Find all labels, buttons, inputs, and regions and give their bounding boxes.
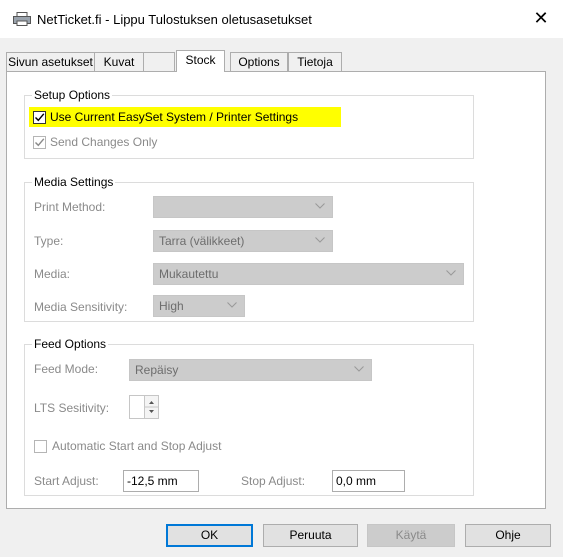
button-label: OK [200, 528, 219, 542]
select-value: Tarra (välikkeet) [159, 234, 245, 248]
checkmark-icon [35, 138, 45, 147]
feed-mode-label: Feed Mode: [34, 362, 99, 376]
stock-panel: Setup Options Use Current EasySet System… [6, 71, 546, 509]
setup-options-label: Setup Options [32, 88, 113, 102]
tab-options[interactable]: Options [230, 52, 288, 71]
select-value: Mukautettu [159, 267, 219, 281]
close-button[interactable]: ✕ [519, 0, 563, 36]
help-button[interactable]: Ohje [465, 524, 551, 547]
tab-sivun-asetukset[interactable]: Sivun asetukset [6, 52, 95, 71]
button-label: Ohje [495, 528, 521, 542]
type-label: Type: [34, 234, 64, 248]
checkmark-icon [35, 113, 45, 122]
feed-mode-select[interactable]: Repäisy [129, 359, 372, 381]
send-changes-checkbox[interactable] [33, 136, 46, 149]
lts-sensitivity-label: LTS Sesitivity: [34, 401, 110, 415]
media-settings-label: Media Settings [32, 175, 116, 189]
select-value: High [159, 299, 184, 313]
tab-tietoja[interactable]: Tietoja [288, 52, 342, 71]
use-current-checkbox[interactable] [33, 111, 46, 124]
tab-kuvat[interactable]: Kuvat [94, 52, 144, 71]
chevron-down-icon [227, 302, 237, 308]
feed-options-label: Feed Options [32, 337, 109, 351]
tab-label: Stock [185, 53, 216, 67]
media-sensitivity-label: Media Sensitivity: [34, 300, 128, 314]
use-current-label[interactable]: Use Current EasySet System / Printer Set… [50, 110, 298, 124]
tab-label: Tietoja [297, 55, 333, 69]
feed-options-group: Feed Options Feed Mode: Repäisy LTS Sesi… [24, 337, 474, 496]
chevron-down-icon [315, 237, 325, 243]
button-label: Käytä [395, 528, 427, 542]
type-select[interactable]: Tarra (välikkeet) [153, 230, 333, 252]
tab-label: Kuvat [103, 55, 135, 69]
tab-label: Options [238, 55, 280, 69]
apply-button[interactable]: Käytä [367, 524, 455, 547]
send-changes-label: Send Changes Only [50, 135, 158, 149]
window-title: NetTicket.fi - Lippu Tulostuksen oletusa… [37, 12, 312, 27]
start-adjust-label: Start Adjust: [34, 474, 99, 488]
auto-adjust-checkbox[interactable] [34, 440, 47, 453]
print-method-select[interactable] [153, 196, 333, 218]
cancel-button[interactable]: Peruuta [263, 524, 358, 547]
lts-sensitivity-spinner[interactable] [129, 395, 159, 419]
stop-adjust-label: Stop Adjust: [241, 474, 306, 488]
setup-options-group: Setup Options Use Current EasySet System… [24, 88, 474, 159]
auto-adjust-label: Automatic Start and Stop Adjust [52, 439, 222, 453]
spin-arrows-icon[interactable] [144, 396, 158, 418]
media-settings-group: Media Settings Print Method: Type: Tarra… [24, 175, 474, 322]
stop-adjust-field[interactable]: 0,0 mm [332, 470, 405, 492]
print-method-label: Print Method: [34, 200, 106, 214]
field-value: -12,5 mm [127, 474, 178, 488]
media-select[interactable]: Mukautettu [153, 263, 464, 285]
select-value: Repäisy [135, 363, 179, 377]
start-adjust-field[interactable]: -12,5 mm [123, 470, 199, 492]
close-icon: ✕ [533, 8, 549, 28]
field-value: 0,0 mm [336, 474, 377, 488]
chevron-down-icon [315, 203, 325, 209]
printer-icon [13, 12, 31, 26]
title-bar: NetTicket.fi - Lippu Tulostuksen oletusa… [0, 0, 563, 38]
tab-stock[interactable]: Stock [176, 50, 225, 72]
tab-label: Sivun asetukset [8, 55, 93, 69]
chevron-down-icon [354, 366, 364, 372]
media-sensitivity-select[interactable]: High [153, 295, 245, 317]
button-label: Peruuta [289, 528, 332, 542]
chevron-down-icon [446, 270, 456, 276]
ok-button[interactable]: OK [166, 524, 253, 547]
tab-gap-filler [143, 52, 175, 71]
media-label: Media: [34, 267, 71, 281]
